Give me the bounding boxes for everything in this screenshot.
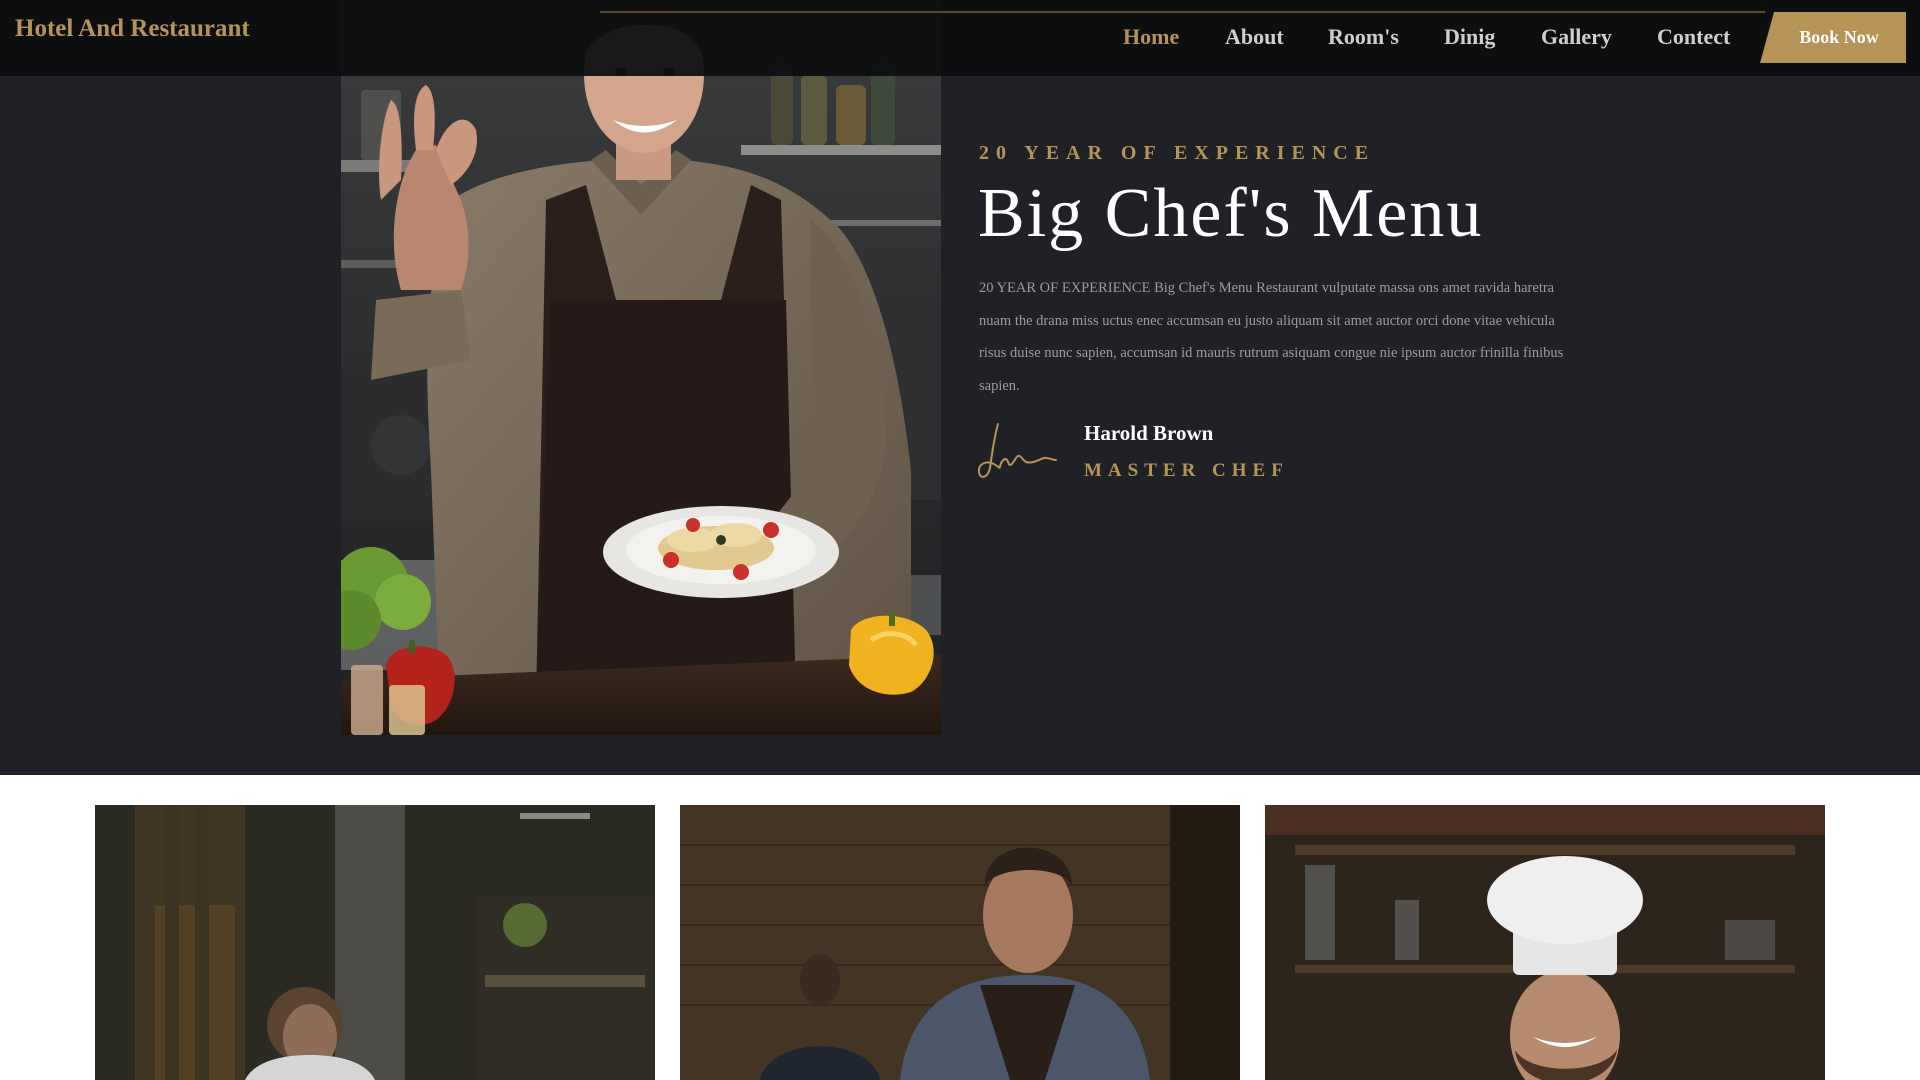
chef-photo xyxy=(341,0,941,735)
chef-name: Harold Brown xyxy=(1084,421,1214,445)
nav-gallery[interactable]: Gallery xyxy=(1541,24,1612,50)
nav-dining[interactable]: Dinig xyxy=(1444,24,1495,50)
nav-contact[interactable]: Contect xyxy=(1657,24,1730,50)
section-title: Big Chef's Menu xyxy=(978,175,1484,252)
nav-rooms[interactable]: Room's xyxy=(1328,24,1399,50)
signature-icon xyxy=(976,420,1060,482)
team-card-waitress[interactable] xyxy=(95,805,655,1080)
team-card-head-chef[interactable] xyxy=(1265,805,1825,1080)
section-description: 20 YEAR OF EXPERIENCE Big Chef's Menu Re… xyxy=(979,280,1564,394)
chef-role: MASTER CHEF xyxy=(1084,460,1289,481)
nav-about[interactable]: About xyxy=(1225,24,1284,50)
book-now-button[interactable]: Book Now xyxy=(1760,12,1906,63)
nav-divider xyxy=(600,11,1765,13)
experience-eyebrow: 20 YEAR OF EXPERIENCE xyxy=(979,142,1376,164)
nav-home[interactable]: Home xyxy=(1123,24,1179,50)
top-navbar: Hotel And Restaurant Home About Room's D… xyxy=(0,0,1920,76)
team-card-cook[interactable] xyxy=(680,805,1240,1080)
about-section: 20 YEAR OF EXPERIENCE Big Chef's Menu 20… xyxy=(0,0,1920,775)
brand-logo[interactable]: Hotel And Restaurant xyxy=(15,15,250,43)
